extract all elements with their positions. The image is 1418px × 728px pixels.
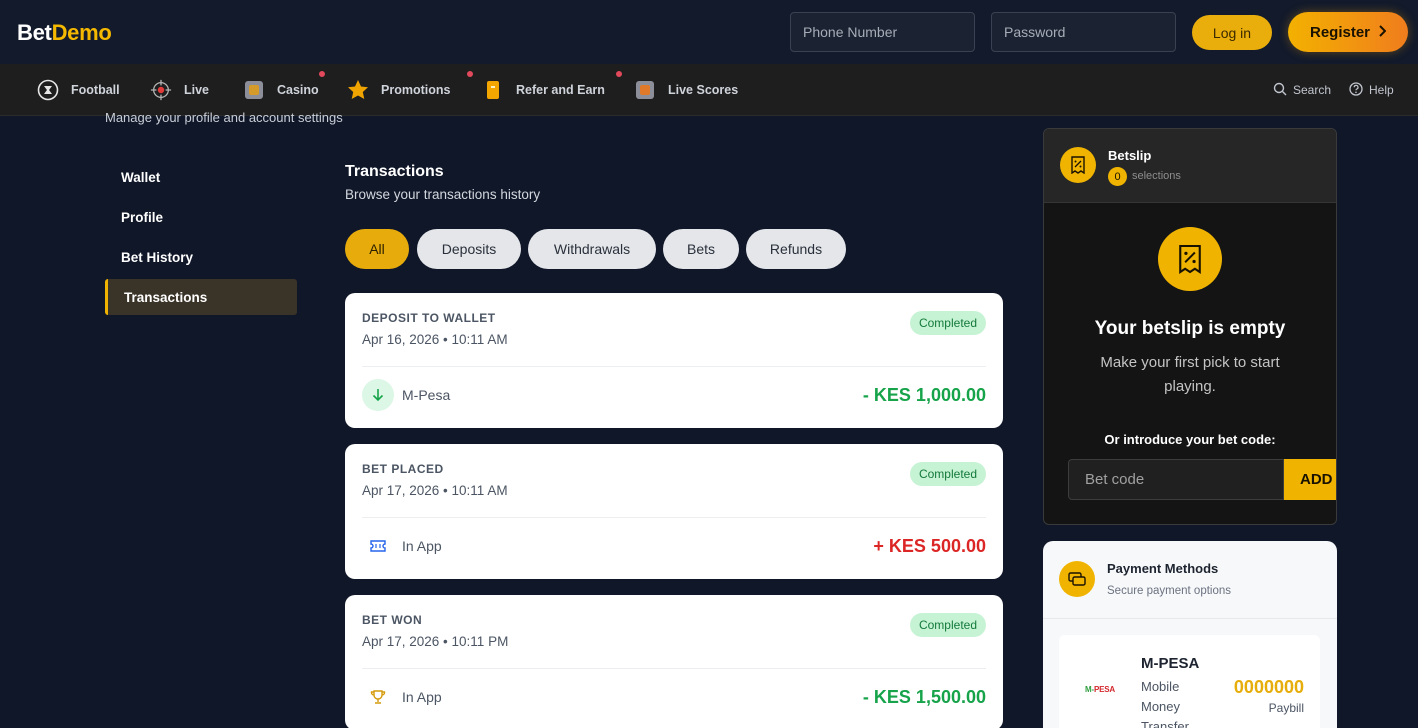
mpesa-logo: M-PESA [1085,685,1115,694]
search-button[interactable]: Search [1273,64,1331,116]
nav-label: Football [71,83,120,97]
status-badge: Completed [909,462,986,486]
nav-label: Promotions [381,83,451,97]
empty-betslip-title: Your betslip is empty [1094,318,1286,339]
empty-betslip-icon [1158,227,1222,291]
divider [362,668,986,669]
help-label: Help [1369,83,1394,97]
transaction-type: BET PLACED [362,462,444,476]
transaction-amount: + KES 500.00 [873,536,986,556]
notification-dot [614,69,624,79]
nav-label: Refer and Earn [516,83,605,97]
nav-item-refer-and-earn[interactable]: Refer and Earn [482,64,624,116]
register-button[interactable]: Register [1288,12,1408,52]
transaction-card[interactable]: DEPOSIT TO WALLET Apr 16, 2026 • 10:11 A… [345,293,1003,428]
live-scores-icon [634,79,656,101]
nav-item-live-scores[interactable]: Live Scores [634,64,738,116]
transaction-method: In App [402,538,442,554]
search-icon [1273,82,1287,99]
password-input[interactable]: Password [991,12,1176,52]
transaction-method: M-Pesa [402,387,451,403]
nav-label: Live Scores [668,83,739,97]
transaction-type: BET WON [362,613,423,627]
status-badge: Completed [909,613,986,637]
payment-methods-panel: Payment Methods Secure payment options M… [1043,541,1337,728]
betslip-header: Betslip 0 selections [1044,129,1336,203]
filter-bets[interactable]: Bets [663,229,739,269]
filter-refunds[interactable]: Refunds [746,229,846,269]
payment-method-card[interactable]: M-PESA M-PESA Mobile Money Transfer 0000… [1059,635,1320,728]
register-label: Register [1309,23,1371,41]
payment-methods-subtitle: Secure payment options [1107,585,1232,597]
transaction-type: DEPOSIT TO WALLET [362,311,496,325]
transaction-date: Apr 17, 2026 • 10:11 AM [362,483,508,498]
ticket-icon [362,530,394,562]
notification-dot [465,69,475,79]
divider [362,517,986,518]
selections-label: selections [1132,170,1181,182]
trophy-icon [362,681,394,713]
paybill-number: 0000000 [1233,677,1304,697]
login-button[interactable]: Log in [1192,15,1272,50]
refer-icon [482,69,624,101]
transaction-amount: - KES 1,500.00 [862,687,986,707]
betslip-panel: Betslip 0 selections Your betslip is emp… [1043,128,1337,525]
payment-method-name: M-PESA [1141,655,1200,672]
nav-label: Casino [277,83,319,97]
transaction-amount: - KES 1,000.00 [862,385,986,405]
transaction-method: In App [402,689,442,705]
sidebar-item-profile[interactable]: Profile [105,199,297,235]
paybill-label: Paybill [1268,701,1304,715]
filter-all[interactable]: All [345,229,409,269]
divider [1043,618,1337,619]
nav-label: Live [184,83,210,97]
sidebar-item-transactions[interactable]: Transactions [105,279,297,315]
promotions-icon [347,69,475,101]
status-badge: Completed [909,311,986,335]
notification-dot [317,69,327,79]
sidebar-item-wallet[interactable]: Wallet [105,159,297,195]
top-header: BetDemo Phone Number Password Log in Reg… [0,0,1418,64]
section-subtitle: Browse your transactions history [345,187,541,202]
nav-item-promotions[interactable]: Promotions [347,64,475,116]
filter-deposits[interactable]: Deposits [417,229,521,269]
chevron-right-icon [1378,24,1387,41]
betslip-icon [1060,147,1096,183]
page-subtitle: Manage your profile and account settings [105,110,343,125]
search-label: Search [1293,83,1332,97]
arrow-down-icon [362,379,394,411]
bet-code-label: Or introduce your bet code: [1104,432,1276,447]
betslip-title: Betslip [1108,148,1152,163]
transaction-card[interactable]: BET PLACED Apr 17, 2026 • 10:11 AM Compl… [345,444,1003,579]
help-icon [1349,81,1363,99]
live-icon [150,79,172,101]
transaction-date: Apr 17, 2026 • 10:11 PM [362,634,509,649]
empty-betslip-subtitle: Make your first pick to start playing. [1100,354,1280,395]
divider [362,366,986,367]
add-bet-code-button[interactable]: ADD [1284,459,1336,500]
transaction-card[interactable]: BET WON Apr 17, 2026 • 10:11 PM Complete… [345,595,1003,728]
phone-number-input[interactable]: Phone Number [790,12,975,52]
payment-methods-title: Payment Methods [1107,561,1219,576]
filter-withdrawals[interactable]: Withdrawals [528,229,656,269]
cards-icon [1059,561,1095,597]
section-title: Transactions [345,163,444,180]
football-icon [37,79,59,101]
casino-icon [243,69,327,101]
brand-logo[interactable]: BetDemo [17,20,112,46]
help-button[interactable]: Help [1349,64,1394,116]
bet-code-input[interactable]: Bet code [1068,459,1284,500]
sidebar-item-bet-history[interactable]: Bet History [105,239,297,275]
selections-count-badge: 0 [1108,167,1127,186]
transaction-date: Apr 16, 2026 • 10:11 AM [362,332,508,347]
payment-method-description: Mobile Money Transfer [1141,679,1189,728]
